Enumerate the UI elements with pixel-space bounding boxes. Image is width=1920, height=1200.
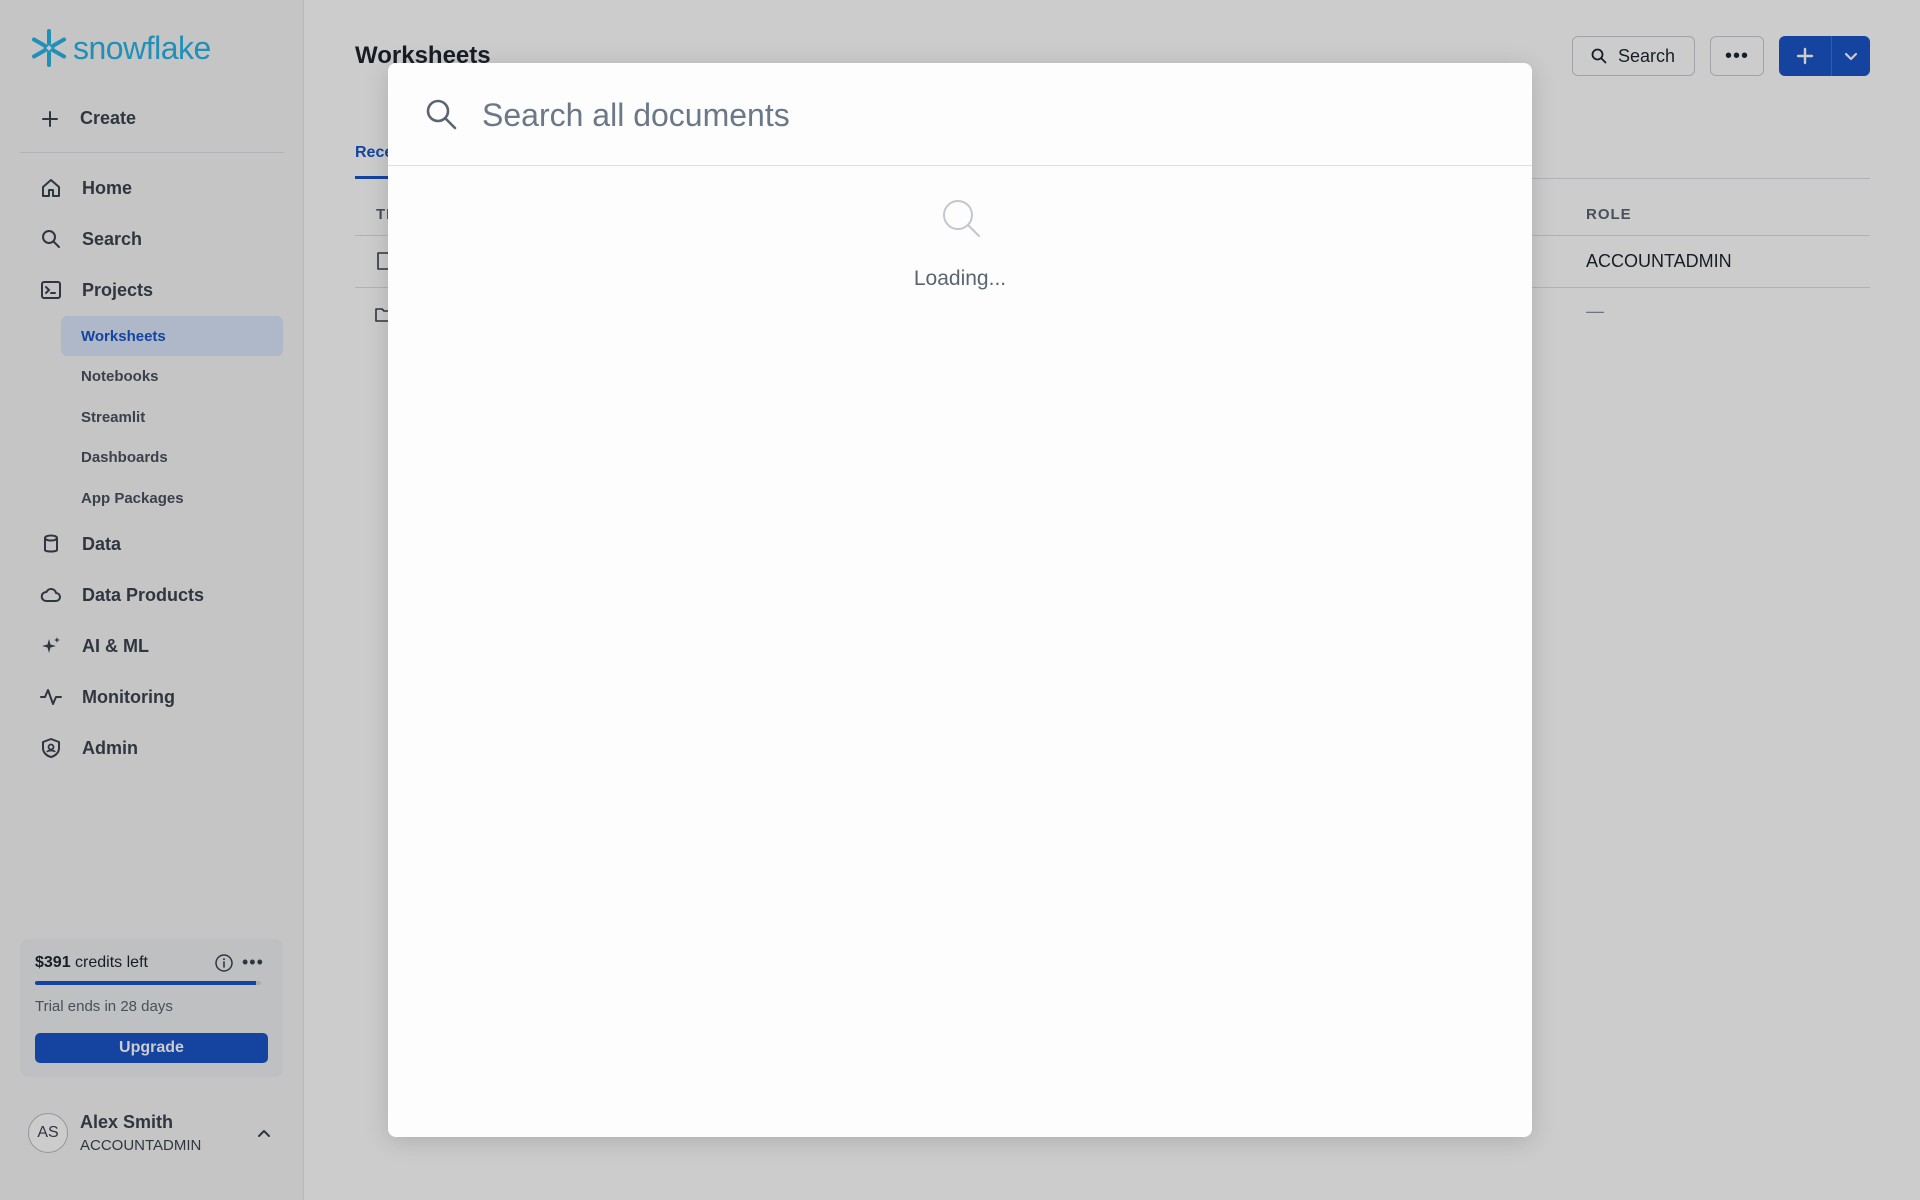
search-icon — [424, 97, 458, 136]
search-input[interactable] — [482, 91, 1482, 139]
loading-text: Loading... — [913, 267, 1007, 290]
loading-search-icon — [941, 198, 981, 243]
search-dialog: Loading... — [388, 63, 1532, 1137]
search-bar — [388, 63, 1532, 166]
